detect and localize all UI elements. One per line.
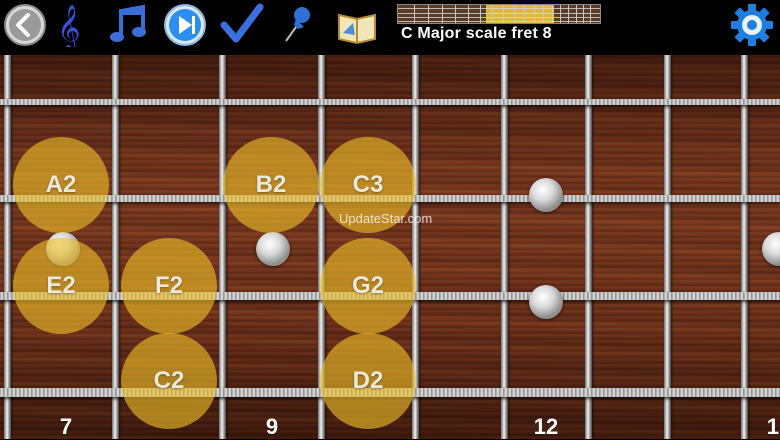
treble-clef-icon: 𝄞	[57, 5, 81, 47]
fret-wire	[4, 55, 11, 439]
fret-number: 12	[533, 414, 559, 439]
note-marker-b2[interactable]: B2	[223, 137, 319, 233]
fret-inlay-dot	[529, 285, 563, 319]
minimap-fret	[428, 5, 429, 23]
play-button[interactable]	[163, 3, 207, 47]
minimap-fret	[468, 5, 469, 23]
back-button[interactable]	[3, 3, 47, 47]
note-marker-f2[interactable]: F2	[121, 238, 217, 334]
minimap-fret	[414, 5, 415, 23]
fret-number: 7	[59, 414, 73, 439]
music-button[interactable]	[107, 3, 151, 47]
note-marker-d2[interactable]: D2	[320, 333, 416, 429]
minimap-fret	[576, 5, 577, 23]
fret-wire	[741, 55, 748, 439]
minimap-fret	[503, 5, 504, 23]
minimap-fret	[492, 5, 493, 23]
settings-gear-icon	[731, 4, 773, 46]
fret-wire	[219, 55, 226, 439]
music-note-icon	[110, 4, 146, 42]
fret-number: 9	[265, 414, 279, 439]
note-label: G2	[351, 272, 384, 299]
notes-button[interactable]: 𝄞	[49, 3, 93, 47]
fret-inlay-dot	[256, 232, 290, 266]
minimap-fret	[543, 5, 544, 23]
minimap-fret	[560, 5, 561, 23]
note-label: B2	[255, 171, 287, 198]
minimap-fret	[480, 5, 481, 23]
fret-number: 15	[766, 414, 780, 439]
note-label: D2	[352, 367, 384, 394]
watermark: UpdateStar.com	[339, 211, 433, 226]
svg-text:𝄞: 𝄞	[57, 5, 81, 47]
scale-title: C Major scale fret 8	[401, 25, 552, 42]
note-label: C3	[352, 171, 384, 198]
play-icon	[164, 4, 206, 46]
settings-button[interactable]	[730, 3, 774, 47]
pin-button[interactable]	[276, 3, 320, 47]
fret-wire	[112, 55, 119, 439]
note-label: F2	[154, 272, 183, 299]
minimap-fret	[552, 5, 553, 23]
check-button[interactable]	[220, 3, 264, 47]
book-icon	[338, 13, 376, 45]
toolbar: 𝄞 C Major scale fret 8	[0, 0, 780, 55]
note-label: E2	[46, 272, 76, 299]
fretboard[interactable]: A2 B2 C3 E2 F2 G2 C2 D2	[0, 55, 780, 439]
minimap-fret	[534, 5, 535, 23]
fret-wire	[664, 55, 671, 439]
fret-wire	[501, 55, 508, 439]
back-icon	[4, 4, 46, 46]
minimap-fret	[568, 5, 569, 23]
note-marker-c2[interactable]: C2	[121, 333, 217, 429]
minimap-fret	[442, 5, 443, 23]
note-marker-e2[interactable]: E2	[13, 238, 109, 334]
minimap-fret	[583, 5, 584, 23]
minimap-fret	[524, 5, 525, 23]
fretboard-minimap[interactable]	[397, 4, 601, 24]
string-g	[0, 99, 780, 105]
minimap-fret	[590, 5, 591, 23]
note-label: A2	[45, 171, 77, 198]
minimap-fret	[514, 5, 515, 23]
book-button[interactable]	[335, 3, 379, 47]
checkmark-icon	[220, 3, 264, 43]
note-label: C2	[153, 367, 185, 394]
minimap-fret	[455, 5, 456, 23]
fret-wire	[585, 55, 592, 439]
note-marker-a2[interactable]: A2	[13, 137, 109, 233]
pushpin-icon	[285, 7, 310, 42]
note-marker-g2[interactable]: G2	[320, 238, 416, 334]
fret-inlay-dot	[529, 178, 563, 212]
